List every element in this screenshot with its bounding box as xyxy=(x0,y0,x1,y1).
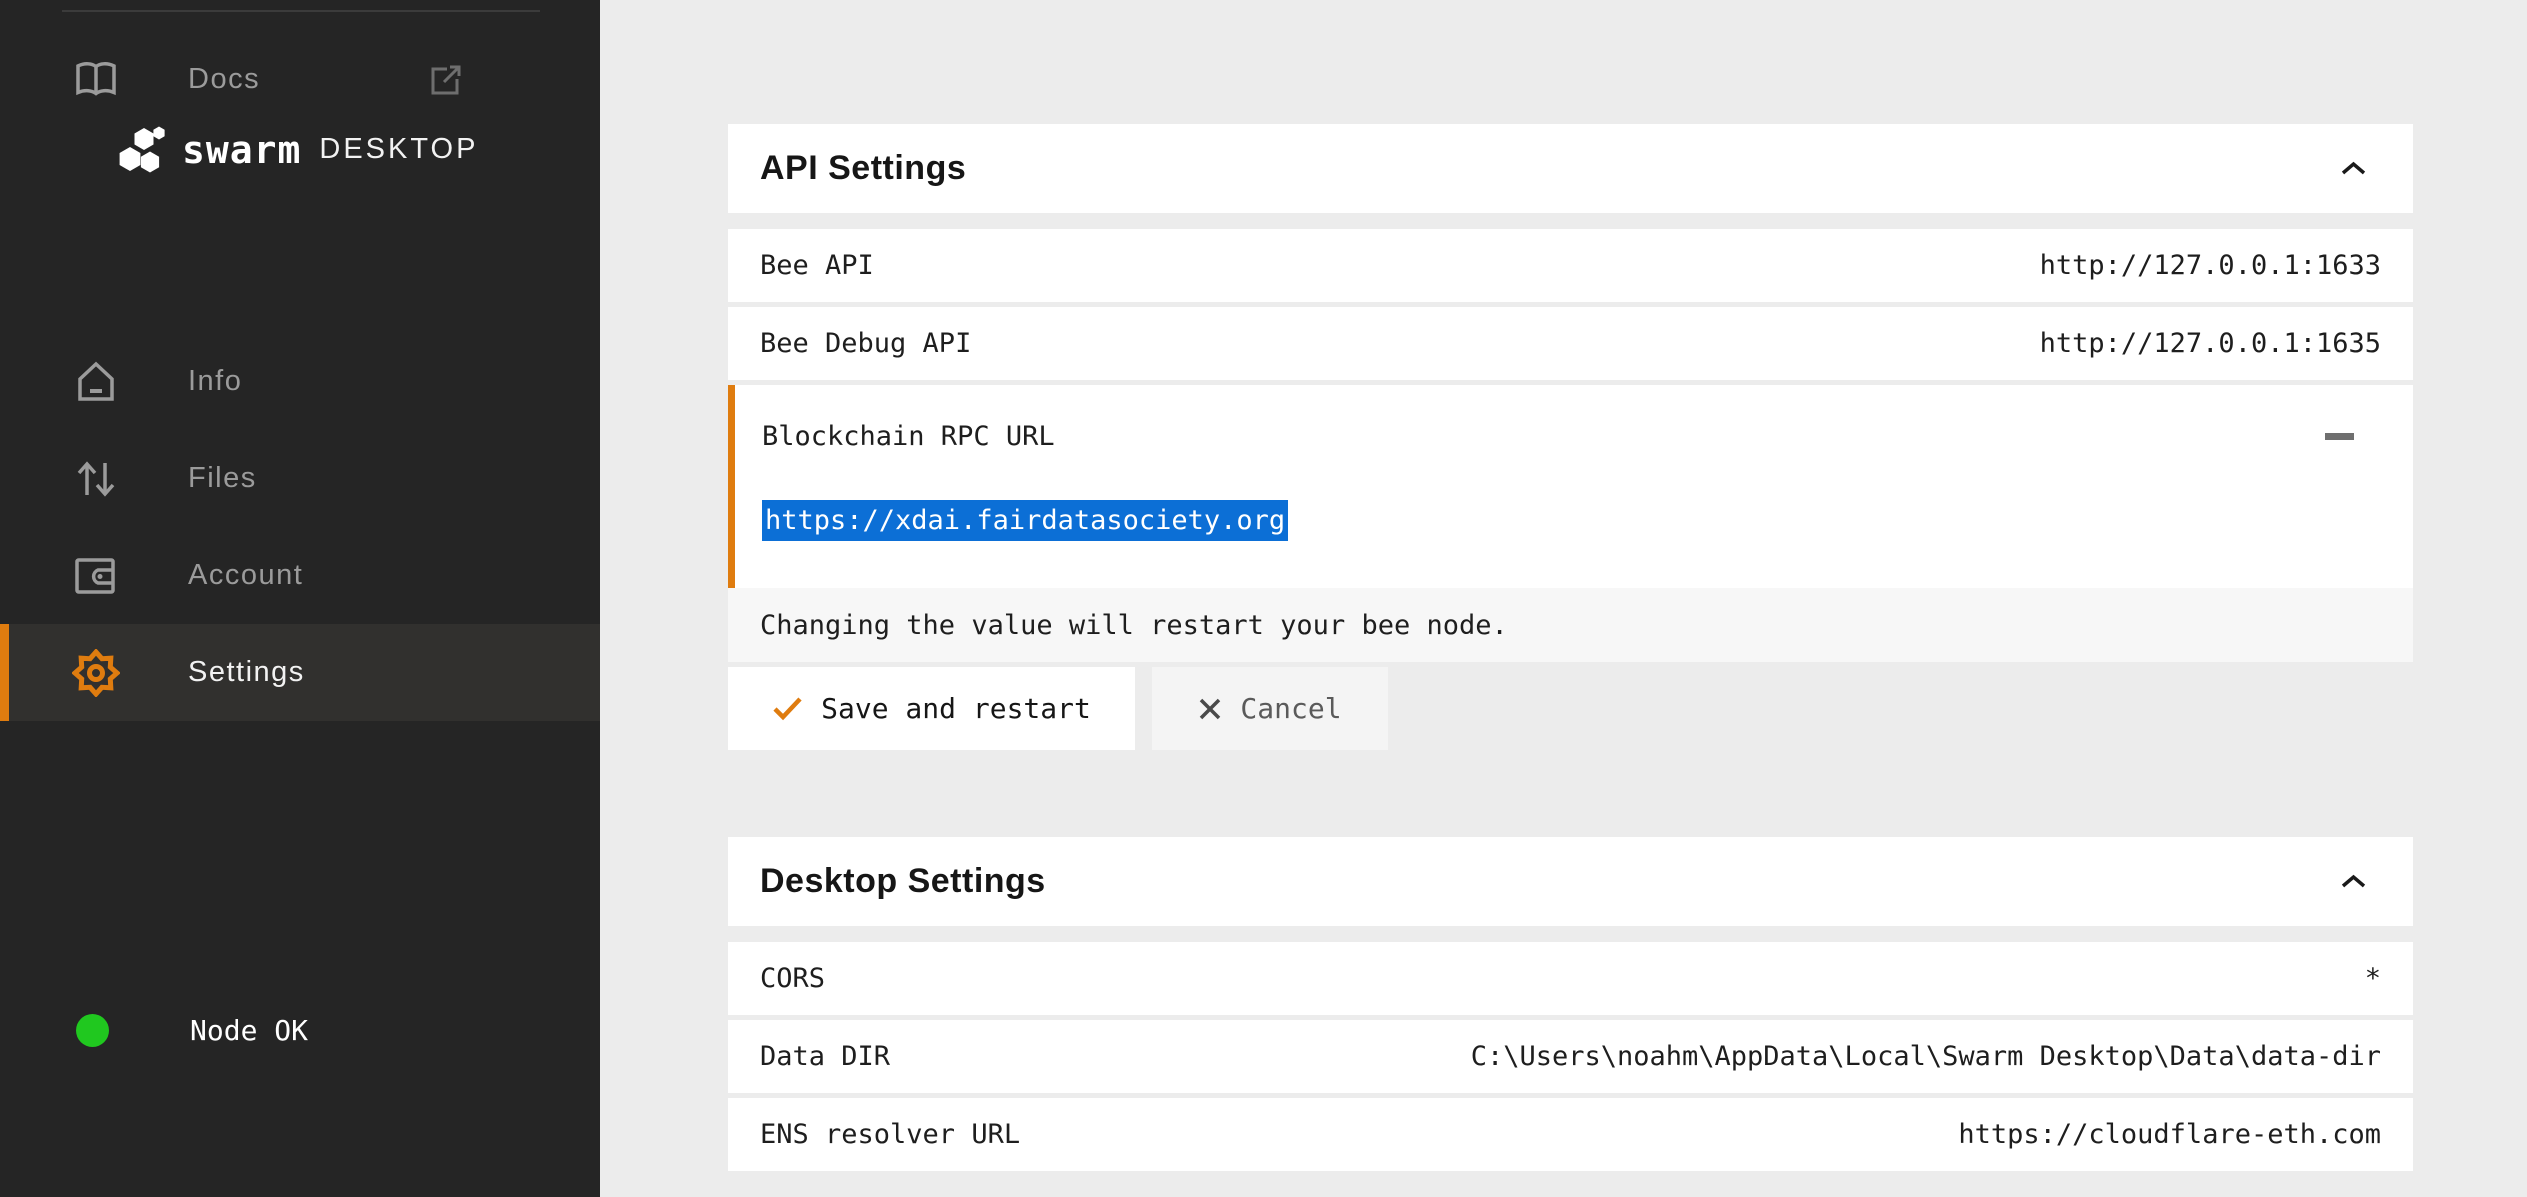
setting-row-ens-resolver-url[interactable]: ENS resolver URL https://cloudflare-eth.… xyxy=(728,1098,2413,1171)
sidebar-item-label: Info xyxy=(188,365,242,398)
rpc-url-input[interactable]: https://xdai.fairdatasociety.org xyxy=(762,500,2381,541)
setting-value: http://127.0.0.1:1633 xyxy=(2040,250,2381,281)
sidebar-nav: Info Files Account xyxy=(0,333,600,721)
sidebar-item-account[interactable]: Account xyxy=(0,527,600,624)
transfer-arrows-icon xyxy=(72,455,120,503)
save-button-label: Save and restart xyxy=(821,692,1091,725)
setting-editor-blockchain-rpc-url: Blockchain RPC URL https://xdai.fairdata… xyxy=(728,385,2413,588)
restart-note: Changing the value will restart your bee… xyxy=(728,588,2413,662)
sidebar-item-settings[interactable]: Settings xyxy=(0,624,600,721)
setting-value: * xyxy=(2365,963,2381,994)
setting-row-cors[interactable]: CORS * xyxy=(728,942,2413,1015)
cancel-button[interactable]: Cancel xyxy=(1152,667,1388,750)
setting-row-bee-api[interactable]: Bee API http://127.0.0.1:1633 xyxy=(728,229,2413,302)
sidebar-divider xyxy=(62,10,540,12)
setting-label: ENS resolver URL xyxy=(760,1119,1020,1150)
check-icon xyxy=(772,696,803,721)
app-logo: swarm DESKTOP xyxy=(118,126,478,173)
minus-icon[interactable] xyxy=(2325,433,2354,440)
sidebar-item-files[interactable]: Files xyxy=(0,430,600,527)
node-status: Node OK xyxy=(0,999,600,1061)
api-settings-section: API Settings Bee API http://127.0.0.1:16… xyxy=(728,124,2413,750)
save-and-restart-button[interactable]: Save and restart xyxy=(728,667,1135,750)
setting-row-data-dir[interactable]: Data DIR C:\Users\noahm\AppData\Local\Sw… xyxy=(728,1020,2413,1093)
api-settings-header[interactable]: API Settings xyxy=(728,124,2413,213)
section-title: Desktop Settings xyxy=(760,862,1046,901)
setting-value: C:\Users\noahm\AppData\Local\Swarm Deskt… xyxy=(1471,1041,2381,1072)
section-title: API Settings xyxy=(760,149,966,188)
sidebar-item-label: Account xyxy=(188,559,303,592)
sidebar-item-label: Docs xyxy=(188,63,260,96)
main-content: API Settings Bee API http://127.0.0.1:16… xyxy=(600,0,2527,1197)
hexagon-cluster-icon xyxy=(118,126,166,173)
desktop-settings-section: Desktop Settings CORS * Data DIR C:\User… xyxy=(728,837,2413,1171)
rpc-url-selected-text: https://xdai.fairdatasociety.org xyxy=(762,500,1288,541)
book-icon xyxy=(72,56,120,104)
restart-note-text: Changing the value will restart your bee… xyxy=(760,610,1508,641)
wallet-icon xyxy=(72,552,120,600)
sidebar-item-info[interactable]: Info xyxy=(0,333,600,430)
logo-brand: swarm xyxy=(182,128,301,172)
editor-actions: Save and restart Cancel xyxy=(728,667,2413,750)
logo-suffix: DESKTOP xyxy=(319,133,478,166)
sidebar: swarm DESKTOP Info Files xyxy=(0,0,600,1197)
x-icon xyxy=(1198,697,1222,721)
setting-label: Blockchain RPC URL xyxy=(762,421,1055,452)
chevron-up-icon[interactable] xyxy=(2340,874,2367,889)
sidebar-item-label: Files xyxy=(188,462,257,495)
node-status-label: Node OK xyxy=(190,1014,308,1047)
sidebar-item-docs[interactable]: Docs xyxy=(0,31,600,128)
chevron-up-icon[interactable] xyxy=(2340,161,2367,176)
setting-label: CORS xyxy=(760,963,825,994)
desktop-settings-header[interactable]: Desktop Settings xyxy=(728,837,2413,926)
setting-value: https://cloudflare-eth.com xyxy=(1958,1119,2381,1150)
gear-icon xyxy=(72,649,120,697)
green-dot-status-icon xyxy=(76,1014,109,1047)
setting-label: Bee Debug API xyxy=(760,328,971,359)
setting-label: Bee API xyxy=(760,250,874,281)
external-link-icon xyxy=(428,62,464,98)
setting-value: http://127.0.0.1:1635 xyxy=(2040,328,2381,359)
setting-row-bee-debug-api[interactable]: Bee Debug API http://127.0.0.1:1635 xyxy=(728,307,2413,380)
sidebar-item-label: Settings xyxy=(188,656,305,689)
home-icon xyxy=(72,358,120,406)
setting-label: Data DIR xyxy=(760,1041,890,1072)
cancel-button-label: Cancel xyxy=(1240,692,1341,725)
